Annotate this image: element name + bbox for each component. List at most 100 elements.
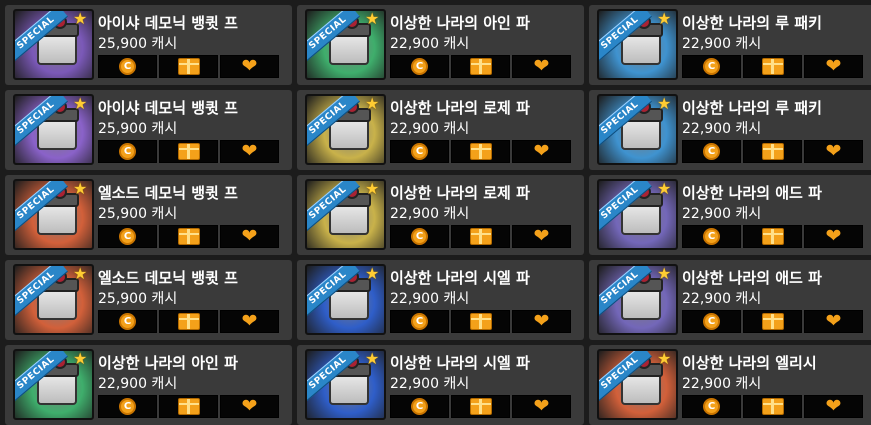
cash-coin-icon: C <box>411 58 428 75</box>
item-card[interactable]: SPECIAL ★ 이상한 나라의 루 패키 22,900 캐시 C ❤ <box>589 90 871 170</box>
wishlist-button[interactable]: ❤ <box>220 310 279 333</box>
gift-button[interactable] <box>451 310 510 333</box>
item-price: 22,900 캐시 <box>682 206 762 222</box>
wishlist-button[interactable]: ❤ <box>512 395 571 418</box>
item-card[interactable]: SPECIAL ★ 이상한 나라의 시엘 파 22,900 캐시 C ❤ <box>297 345 584 425</box>
gift-button[interactable] <box>743 55 802 78</box>
item-card[interactable]: SPECIAL ★ 이상한 나라의 아인 파 22,900 캐시 C ❤ <box>5 345 292 425</box>
gift-button[interactable] <box>159 225 218 248</box>
buy-with-cash-button[interactable]: C <box>390 395 449 418</box>
cash-coin-icon: C <box>411 143 428 160</box>
item-card[interactable]: SPECIAL ★ 이상한 나라의 로제 파 22,900 캐시 C ❤ <box>297 90 584 170</box>
cash-coin-icon: C <box>119 228 136 245</box>
item-thumbnail[interactable]: SPECIAL ★ <box>305 264 386 335</box>
buy-with-cash-button[interactable]: C <box>390 140 449 163</box>
item-thumbnail[interactable]: SPECIAL ★ <box>305 94 386 165</box>
gift-button[interactable] <box>743 225 802 248</box>
gift-box-icon <box>761 398 784 415</box>
gift-box-icon <box>469 398 492 415</box>
gift-box-icon <box>177 228 200 245</box>
buy-with-cash-button[interactable]: C <box>98 55 157 78</box>
gift-button[interactable] <box>159 395 218 418</box>
item-card[interactable]: SPECIAL ★ 아이샤 데모닉 뱅큇 프 25,900 캐시 C ❤ <box>5 5 292 85</box>
cash-coin-icon: C <box>703 58 720 75</box>
gift-button[interactable] <box>159 140 218 163</box>
wishlist-button[interactable]: ❤ <box>512 140 571 163</box>
item-thumbnail[interactable]: SPECIAL ★ <box>597 349 678 420</box>
item-card[interactable]: SPECIAL ★ 이상한 나라의 애드 파 22,900 캐시 C ❤ <box>589 175 871 255</box>
item-card[interactable]: SPECIAL ★ 이상한 나라의 애드 파 22,900 캐시 C ❤ <box>589 260 871 340</box>
buy-with-cash-button[interactable]: C <box>390 225 449 248</box>
gift-button[interactable] <box>451 55 510 78</box>
gift-button[interactable] <box>743 310 802 333</box>
gift-button[interactable] <box>451 140 510 163</box>
item-thumbnail[interactable]: SPECIAL ★ <box>13 264 94 335</box>
item-thumbnail[interactable]: SPECIAL ★ <box>13 349 94 420</box>
gift-button[interactable] <box>743 395 802 418</box>
buy-with-cash-button[interactable]: C <box>682 225 741 248</box>
gift-box-icon <box>469 228 492 245</box>
wishlist-button[interactable]: ❤ <box>804 225 863 248</box>
item-title: 이상한 나라의 루 패키 <box>682 99 822 117</box>
item-title: 엘소드 데모닉 뱅큇 프 <box>98 269 238 287</box>
star-icon: ★ <box>73 179 88 198</box>
buy-with-cash-button[interactable]: C <box>682 395 741 418</box>
wishlist-button[interactable]: ❤ <box>220 225 279 248</box>
buy-with-cash-button[interactable]: C <box>390 55 449 78</box>
gift-button[interactable] <box>159 310 218 333</box>
gift-button[interactable] <box>159 55 218 78</box>
wishlist-button[interactable]: ❤ <box>804 310 863 333</box>
gift-box-icon <box>177 398 200 415</box>
item-thumbnail[interactable]: SPECIAL ★ <box>305 349 386 420</box>
item-price: 22,900 캐시 <box>390 121 470 137</box>
gift-box-icon <box>761 228 784 245</box>
item-thumbnail[interactable]: SPECIAL ★ <box>305 179 386 250</box>
item-card[interactable]: SPECIAL ★ 엘소드 데모닉 뱅큇 프 25,900 캐시 C ❤ <box>5 260 292 340</box>
cash-coin-icon: C <box>119 313 136 330</box>
item-card[interactable]: SPECIAL ★ 이상한 나라의 아인 파 22,900 캐시 C ❤ <box>297 5 584 85</box>
item-card[interactable]: SPECIAL ★ 이상한 나라의 루 패키 22,900 캐시 C ❤ <box>589 5 871 85</box>
buy-with-cash-button[interactable]: C <box>98 310 157 333</box>
wishlist-button[interactable]: ❤ <box>512 55 571 78</box>
item-thumbnail[interactable]: SPECIAL ★ <box>597 264 678 335</box>
item-title: 이상한 나라의 시엘 파 <box>390 354 530 372</box>
buy-with-cash-button[interactable]: C <box>390 310 449 333</box>
buy-with-cash-button[interactable]: C <box>98 395 157 418</box>
buy-with-cash-button[interactable]: C <box>98 225 157 248</box>
item-price: 25,900 캐시 <box>98 206 178 222</box>
item-thumbnail[interactable]: SPECIAL ★ <box>13 179 94 250</box>
wishlist-button[interactable]: ❤ <box>512 310 571 333</box>
wishlist-button[interactable]: ❤ <box>220 55 279 78</box>
heart-icon: ❤ <box>533 395 550 417</box>
item-thumbnail[interactable]: SPECIAL ★ <box>597 9 678 80</box>
item-price: 22,900 캐시 <box>390 291 470 307</box>
item-price: 22,900 캐시 <box>682 36 762 52</box>
gift-button[interactable] <box>451 395 510 418</box>
item-card[interactable]: SPECIAL ★ 아이샤 데모닉 뱅큇 프 25,900 캐시 C ❤ <box>5 90 292 170</box>
item-card[interactable]: SPECIAL ★ 이상한 나라의 로제 파 22,900 캐시 C ❤ <box>297 175 584 255</box>
buy-with-cash-button[interactable]: C <box>682 140 741 163</box>
item-thumbnail[interactable]: SPECIAL ★ <box>305 9 386 80</box>
gift-button[interactable] <box>743 140 802 163</box>
buy-with-cash-button[interactable]: C <box>682 310 741 333</box>
buy-with-cash-button[interactable]: C <box>682 55 741 78</box>
heart-icon: ❤ <box>533 140 550 162</box>
item-card[interactable]: SPECIAL ★ 이상한 나라의 엘리시 22,900 캐시 C ❤ <box>589 345 871 425</box>
item-thumbnail[interactable]: SPECIAL ★ <box>13 94 94 165</box>
buy-with-cash-button[interactable]: C <box>98 140 157 163</box>
wishlist-button[interactable]: ❤ <box>804 140 863 163</box>
cash-coin-icon: C <box>119 143 136 160</box>
item-card[interactable]: SPECIAL ★ 엘소드 데모닉 뱅큇 프 25,900 캐시 C ❤ <box>5 175 292 255</box>
gift-box-icon <box>177 58 200 75</box>
item-thumbnail[interactable]: SPECIAL ★ <box>13 9 94 80</box>
wishlist-button[interactable]: ❤ <box>804 395 863 418</box>
wishlist-button[interactable]: ❤ <box>804 55 863 78</box>
item-card[interactable]: SPECIAL ★ 이상한 나라의 시엘 파 22,900 캐시 C ❤ <box>297 260 584 340</box>
wishlist-button[interactable]: ❤ <box>220 140 279 163</box>
item-thumbnail[interactable]: SPECIAL ★ <box>597 179 678 250</box>
wishlist-button[interactable]: ❤ <box>220 395 279 418</box>
item-thumbnail[interactable]: SPECIAL ★ <box>597 94 678 165</box>
gift-box-icon <box>177 313 200 330</box>
wishlist-button[interactable]: ❤ <box>512 225 571 248</box>
gift-button[interactable] <box>451 225 510 248</box>
